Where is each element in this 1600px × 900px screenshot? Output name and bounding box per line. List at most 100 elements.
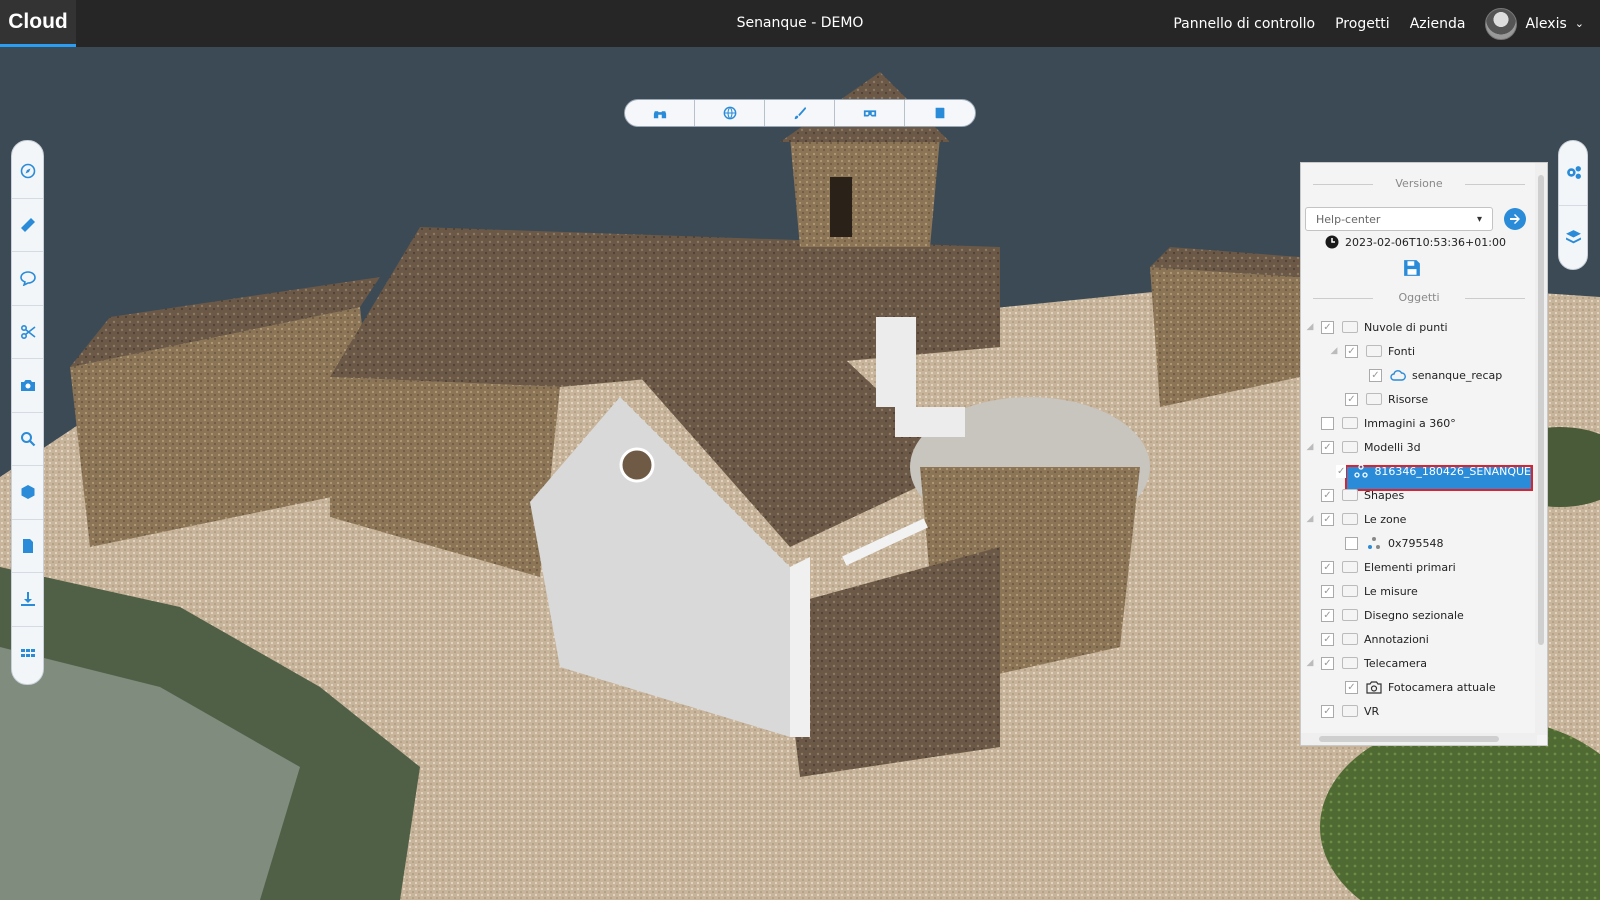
collapse-icon[interactable]: ◢	[1305, 322, 1315, 332]
globe-button[interactable]	[695, 100, 765, 126]
collapse-icon[interactable]: ◢	[1329, 346, 1339, 356]
tree-row-current-camera[interactable]: Fotocamera attuale	[1329, 675, 1496, 699]
tree-row-shapes[interactable]: Shapes	[1305, 483, 1404, 507]
folder-icon	[1342, 441, 1358, 453]
tree-checkbox[interactable]	[1345, 392, 1358, 406]
tree-checkbox[interactable]	[1369, 368, 1382, 382]
ruler-button[interactable]	[12, 199, 43, 252]
grid-icon	[20, 649, 35, 658]
version-select-value: Help-center	[1316, 212, 1381, 226]
tree-row-sources[interactable]: ◢ Fonti	[1329, 339, 1415, 363]
comment-icon	[19, 271, 36, 287]
tree-label: Modelli 3d	[1364, 440, 1421, 454]
tree-checkbox[interactable]	[1321, 320, 1334, 334]
tree-row-360-images[interactable]: Immagini a 360°	[1305, 411, 1456, 435]
folder-icon	[1342, 705, 1358, 717]
tree-row-annotations[interactable]: Annotazioni	[1305, 627, 1429, 651]
tree-label: Nuvole di punti	[1364, 320, 1448, 334]
tree-row-senanque-recap[interactable]: senanque_recap	[1353, 363, 1502, 387]
camera-button[interactable]	[12, 359, 43, 413]
tree-row-resources[interactable]: Risorse	[1329, 387, 1428, 411]
tree-checkbox[interactable]	[1321, 704, 1334, 718]
tree-label: senanque_recap	[1412, 368, 1503, 382]
tree-checkbox[interactable]	[1321, 560, 1334, 574]
tree-label: Fotocamera attuale	[1388, 680, 1496, 694]
cloud-icon	[1390, 368, 1406, 382]
camera-icon	[20, 380, 35, 392]
tree-checkbox[interactable]	[1321, 440, 1334, 454]
tree-checkbox[interactable]	[1321, 656, 1334, 670]
tree-checkbox[interactable]	[1321, 608, 1334, 622]
scrollbar-thumb[interactable]	[1538, 175, 1544, 645]
tree-row-measurements[interactable]: Le misure	[1305, 579, 1418, 603]
vr-button[interactable]	[835, 100, 905, 126]
panel-horizontal-scrollbar[interactable]	[1301, 733, 1537, 745]
tree-label: 816346_180426_SENANQUE	[1374, 464, 1531, 478]
tree-checkbox[interactable]	[1345, 536, 1358, 550]
tree-label: Risorse	[1388, 392, 1429, 406]
arrow-right-icon	[1510, 214, 1520, 224]
tree-label: Immagini a 360°	[1364, 416, 1456, 430]
tree-row-zone-0x795548[interactable]: 0x795548	[1329, 531, 1444, 555]
tree-checkbox[interactable]	[1336, 464, 1347, 478]
save-button[interactable]	[1401, 257, 1423, 279]
file-export-button[interactable]	[12, 520, 43, 573]
download-button[interactable]	[12, 573, 43, 627]
folder-icon	[1342, 321, 1358, 333]
tree-row-section-drawing[interactable]: Disegno sezionale	[1305, 603, 1464, 627]
tree-label: Shapes	[1364, 488, 1405, 502]
clock-icon	[1325, 235, 1339, 249]
collapse-icon[interactable]: ◢	[1305, 442, 1315, 452]
scrollbar-thumb[interactable]	[1319, 736, 1499, 742]
nav-projects-link[interactable]: Progetti	[1335, 16, 1390, 32]
layers-button[interactable]	[1559, 206, 1587, 270]
tree-checkbox[interactable]	[1321, 488, 1334, 502]
model-icon	[1354, 464, 1369, 478]
folder-icon	[1342, 489, 1358, 501]
tree-row-camera[interactable]: ◢ Telecamera	[1305, 651, 1427, 675]
settings-button[interactable]	[1559, 141, 1587, 206]
brush-button[interactable]	[765, 100, 835, 126]
apply-version-button[interactable]	[1504, 208, 1526, 230]
brand-logo[interactable]: Cloud	[0, 0, 76, 47]
book-icon	[935, 107, 945, 119]
objects-section-title: Oggetti	[1301, 291, 1537, 304]
collapse-icon[interactable]: ◢	[1305, 658, 1315, 668]
tree-checkbox[interactable]	[1321, 632, 1334, 646]
compass-button[interactable]	[12, 145, 43, 199]
user-menu[interactable]: Alexis ⌄	[1485, 7, 1584, 40]
tree-row-vr[interactable]: VR	[1305, 699, 1379, 723]
tree-row-3d-models[interactable]: ◢ Modelli 3d	[1305, 435, 1421, 459]
search-button[interactable]	[12, 413, 43, 466]
tree-checkbox[interactable]	[1321, 584, 1334, 598]
tree-row-zones[interactable]: ◢ Le zone	[1305, 507, 1406, 531]
scissors-button[interactable]	[12, 306, 43, 359]
tree-label: Annotazioni	[1364, 632, 1429, 646]
tree-checkbox[interactable]	[1321, 416, 1334, 430]
collapse-icon[interactable]: ◢	[1305, 514, 1315, 524]
book-button[interactable]	[905, 100, 975, 126]
version-select[interactable]: Help-center ▾	[1305, 207, 1493, 231]
tree-checkbox[interactable]	[1345, 680, 1358, 694]
cube-icon	[21, 485, 34, 500]
tree-label: Fonti	[1388, 344, 1416, 358]
grid-button[interactable]	[12, 627, 43, 681]
nav-company-link[interactable]: Azienda	[1410, 16, 1466, 32]
folder-icon	[1342, 585, 1358, 597]
panel-vertical-scrollbar[interactable]	[1535, 163, 1547, 735]
tree-row-point-clouds[interactable]: ◢ Nuvole di punti	[1305, 315, 1448, 339]
compass-icon	[20, 163, 35, 179]
binoculars-button[interactable]	[625, 100, 695, 126]
folder-icon	[1342, 561, 1358, 573]
nav-dashboard-link[interactable]: Pannello di controllo	[1173, 16, 1315, 32]
tree-row-model-816346[interactable]: 816346_180426_SENANQUE	[1329, 459, 1531, 483]
top-bar: Cloud Senanque - DEMO Pannello di contro…	[0, 0, 1600, 47]
tree-row-primary-elements[interactable]: Elementi primari	[1305, 555, 1456, 579]
model-icon	[1366, 536, 1382, 550]
tree-label: Disegno sezionale	[1364, 608, 1464, 622]
tree-checkbox[interactable]	[1345, 344, 1358, 358]
comment-button[interactable]	[12, 252, 43, 306]
cube-button[interactable]	[12, 466, 43, 520]
3d-viewport[interactable]: Versione Help-center ▾ 2023-02-06T10:53:…	[0, 47, 1600, 900]
tree-checkbox[interactable]	[1321, 512, 1334, 526]
